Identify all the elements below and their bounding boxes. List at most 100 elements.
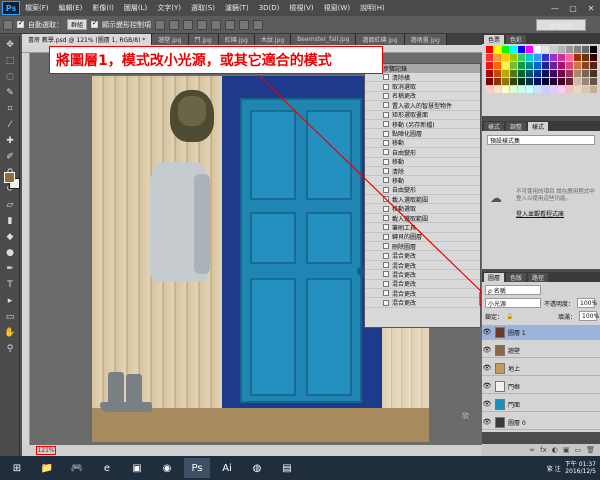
color-swatch[interactable]: [566, 70, 573, 77]
align-middle-icon[interactable]: [169, 19, 180, 30]
doc-tab[interactable]: 門.jpg: [188, 34, 219, 45]
align-top-icon[interactable]: [155, 19, 166, 30]
color-swatch[interactable]: [494, 70, 501, 77]
color-swatch[interactable]: [566, 54, 573, 61]
move-tool-icon[interactable]: ✥: [3, 38, 17, 52]
tab-layers[interactable]: 圖層: [484, 272, 505, 282]
color-swatch[interactable]: [574, 54, 581, 61]
color-swatch[interactable]: [590, 46, 597, 53]
blend-mode-select[interactable]: 小光源: [485, 298, 541, 308]
color-swatch[interactable]: [502, 78, 509, 85]
color-swatch[interactable]: [558, 78, 565, 85]
foreground-color-swatch[interactable]: [4, 172, 15, 183]
lasso-tool-icon[interactable]: ◌: [3, 70, 17, 84]
color-swatch[interactable]: [542, 86, 549, 93]
zoom-tool-icon[interactable]: ⚲: [3, 342, 17, 356]
menu-select[interactable]: 選取(S): [186, 3, 220, 13]
color-swatch[interactable]: [534, 62, 541, 69]
maximize-button[interactable]: ▢: [564, 4, 582, 13]
taskbar-app-icon[interactable]: ▤: [274, 458, 300, 478]
menu-filter[interactable]: 濾鏡(T): [220, 3, 254, 13]
history-item[interactable]: 自由變形: [365, 148, 480, 158]
layer-row[interactable]: 👁 圖層 0: [482, 415, 600, 430]
color-swatch[interactable]: [502, 70, 509, 77]
tab-swatches[interactable]: 色票: [484, 34, 505, 44]
link-layers-icon[interactable]: ∞: [529, 446, 535, 454]
move-tool-icon[interactable]: [3, 19, 13, 30]
layer-row[interactable]: 👁 門框: [482, 379, 600, 394]
history-item[interactable]: 矩形選取畫面: [365, 111, 480, 120]
taskbar-photoshop-icon[interactable]: Ps: [184, 458, 210, 478]
color-swatch[interactable]: [590, 86, 597, 93]
taskbar-game-icon[interactable]: 🎮: [64, 458, 90, 478]
tab-color[interactable]: 色彩: [506, 34, 527, 44]
color-swatch[interactable]: [558, 62, 565, 69]
history-item[interactable]: 移動 (另存新檔): [365, 120, 480, 130]
pen-tool-icon[interactable]: ✒: [3, 262, 17, 276]
doc-tab[interactable]: 牆面紅磚.jpg: [356, 34, 405, 45]
color-swatch[interactable]: [486, 62, 493, 69]
color-swatch[interactable]: [558, 86, 565, 93]
color-swatch[interactable]: [510, 46, 517, 53]
menu-image[interactable]: 影像(I): [87, 3, 119, 13]
color-swatch[interactable]: [518, 86, 525, 93]
history-item[interactable]: 清除: [365, 167, 480, 177]
eraser-tool-icon[interactable]: ▱: [3, 198, 17, 212]
marquee-tool-icon[interactable]: ⬚: [3, 54, 17, 68]
color-swatch[interactable]: [518, 62, 525, 69]
color-swatch[interactable]: [574, 70, 581, 77]
color-swatch[interactable]: [534, 54, 541, 61]
visibility-eye-icon[interactable]: 👁: [482, 418, 492, 426]
color-swatch[interactable]: [566, 62, 573, 69]
close-button[interactable]: ✕: [582, 4, 600, 13]
color-swatch[interactable]: [510, 62, 517, 69]
color-swatch[interactable]: [542, 62, 549, 69]
color-swatch[interactable]: [558, 70, 565, 77]
visibility-eye-icon[interactable]: 👁: [482, 346, 492, 354]
doc-tab-active[interactable]: 書房 教學.psd @ 121% (圖層 1, RGB/8) *: [22, 34, 153, 45]
color-swatch[interactable]: [550, 78, 557, 85]
doc-tab[interactable]: 木紋.jpg: [254, 34, 292, 45]
fx-icon[interactable]: fx: [540, 446, 547, 454]
color-swatch[interactable]: [494, 46, 501, 53]
add-mask-icon[interactable]: ▣: [563, 446, 570, 454]
color-swatch[interactable]: [502, 86, 509, 93]
layer-row[interactable]: 👁 圖層 1: [482, 325, 600, 340]
color-swatch[interactable]: [574, 78, 581, 85]
color-swatch[interactable]: [582, 54, 589, 61]
visibility-eye-icon[interactable]: 👁: [482, 400, 492, 408]
tab-channels[interactable]: 色版: [506, 272, 527, 282]
color-swatch[interactable]: [550, 46, 557, 53]
color-swatch[interactable]: [526, 70, 533, 77]
color-swatch[interactable]: [550, 54, 557, 61]
color-swatch[interactable]: [486, 78, 493, 85]
color-swatch[interactable]: [590, 70, 597, 77]
history-item[interactable]: 混合更改: [365, 298, 480, 308]
color-swatch[interactable]: [518, 54, 525, 61]
dodge-tool-icon[interactable]: ●: [3, 246, 17, 260]
tab-adjustments[interactable]: 調整: [506, 121, 527, 131]
color-swatch[interactable]: [494, 78, 501, 85]
auto-select-checkbox[interactable]: [17, 19, 24, 28]
history-item[interactable]: 載入選取範圍: [365, 214, 480, 224]
color-swatch[interactable]: [582, 46, 589, 53]
library-select[interactable]: 預設樣式集: [487, 135, 595, 145]
3d-mode-icon[interactable]: [253, 19, 264, 30]
color-swatch[interactable]: [558, 46, 565, 53]
quick-select-tool-icon[interactable]: ✎: [3, 86, 17, 100]
doc-tab[interactable]: 牆堵畫.jpg: [404, 34, 447, 45]
history-item[interactable]: 置入嵌入的智慧型物件: [365, 101, 480, 111]
clock[interactable]: 下午 01:37 2016/12/5: [565, 461, 596, 475]
taskbar-illustrator-icon[interactable]: Ai: [214, 458, 240, 478]
color-swatch[interactable]: [566, 46, 573, 53]
visibility-eye-icon[interactable]: 👁: [482, 382, 492, 390]
color-swatch[interactable]: [550, 86, 557, 93]
color-swatch[interactable]: [502, 62, 509, 69]
color-swatch[interactable]: [550, 70, 557, 77]
show-transform-checkbox[interactable]: [91, 19, 99, 28]
doc-tab[interactable]: 紅磚.jpg: [218, 34, 255, 45]
color-swatch[interactable]: [486, 70, 493, 77]
color-swatch[interactable]: [558, 54, 565, 61]
color-swatch[interactable]: [534, 86, 541, 93]
workspace-dropdown[interactable]: 基本功能: [536, 19, 586, 31]
